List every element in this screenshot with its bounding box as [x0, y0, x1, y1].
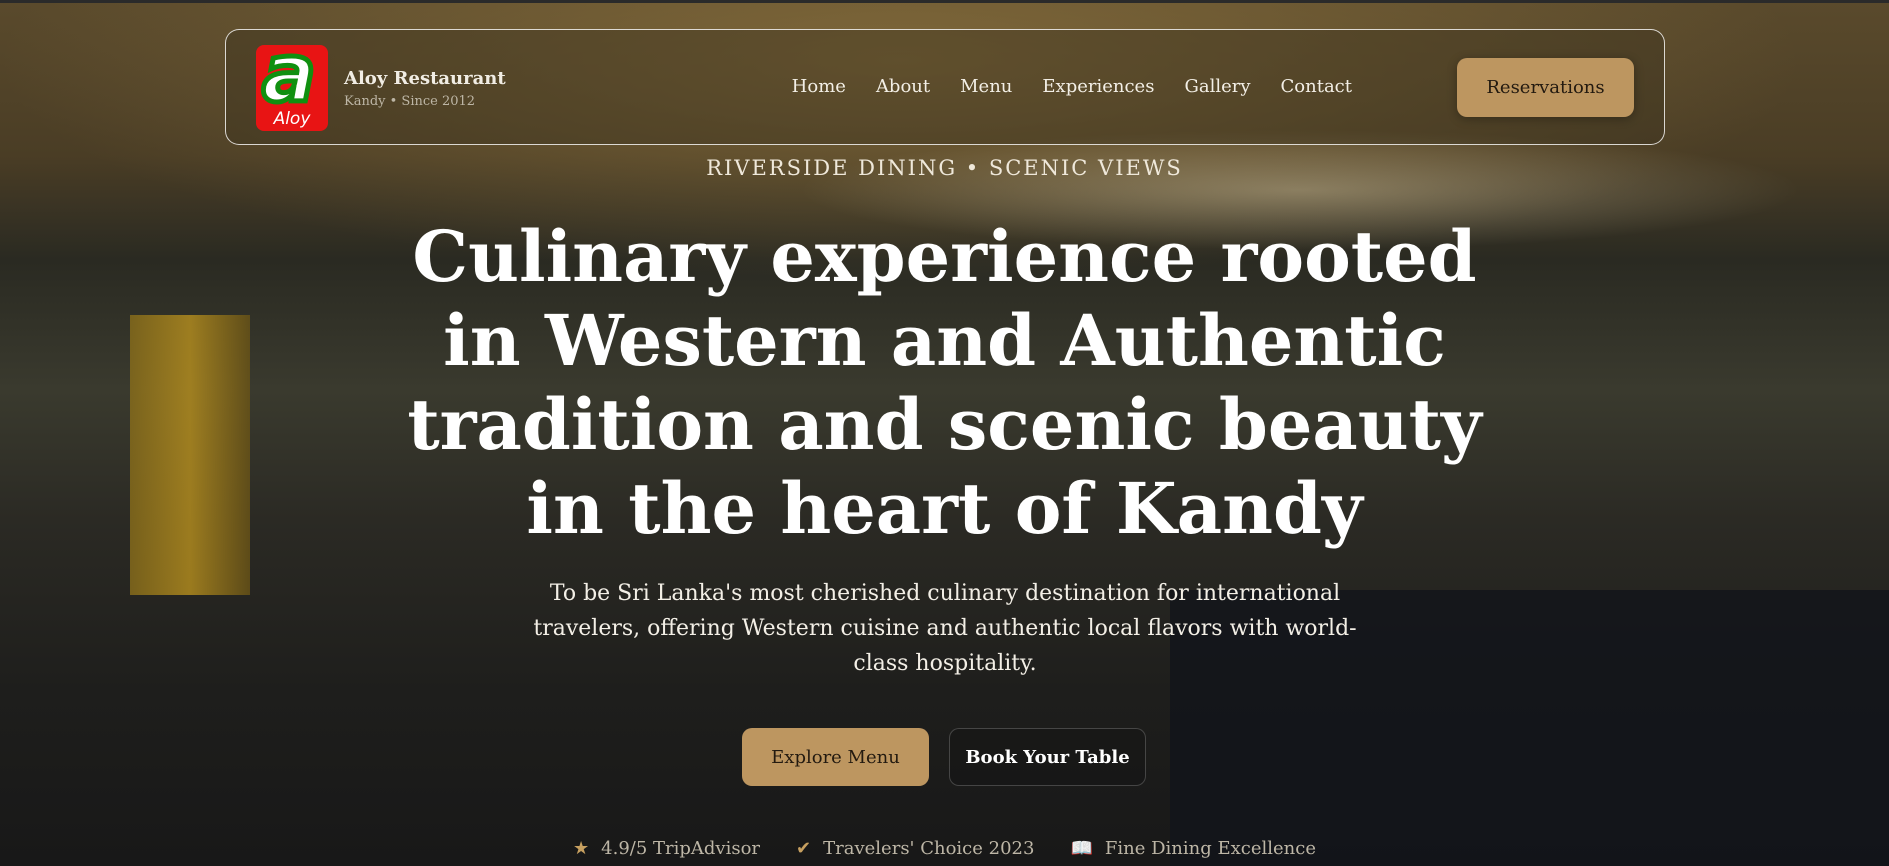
explore-menu-button[interactable]: Explore Menu	[742, 728, 929, 786]
brand-tagline: Kandy • Since 2012	[344, 94, 476, 109]
badge-travelers-choice: ✔ Travelers' Choice 2023	[796, 838, 1035, 859]
trust-badges: ★ 4.9/5 TripAdvisor ✔ Travelers' Choice 20…	[0, 838, 1889, 859]
nav-contact[interactable]: Contact	[1281, 76, 1352, 97]
hero-title: Culinary experience rooted in Western an…	[407, 215, 1482, 550]
nav-home[interactable]: Home	[792, 76, 846, 97]
star-icon: ★	[573, 838, 590, 859]
nav-about[interactable]: About	[876, 76, 930, 97]
verified-badge-icon: ✔	[796, 838, 812, 859]
top-bar	[0, 0, 1889, 3]
reservations-button[interactable]: Reservations	[1457, 58, 1634, 117]
navbar: a Aloy Aloy Restaurant Kandy • Since 2012…	[225, 29, 1665, 145]
nav-links: Home About Menu Experiences Gallery Cont…	[792, 76, 1352, 97]
nav-gallery[interactable]: Gallery	[1184, 76, 1250, 97]
badge-fine-dining: 📖 Fine Dining Excellence	[1070, 838, 1316, 859]
hero-description: To be Sri Lanka's most cherished culinar…	[533, 581, 1357, 676]
badge-tripadvisor: ★ 4.9/5 TripAdvisor	[573, 838, 761, 859]
brand-name[interactable]: Aloy Restaurant	[344, 68, 506, 89]
nav-experiences[interactable]: Experiences	[1042, 76, 1154, 97]
book-icon: 📖	[1070, 838, 1093, 859]
nav-menu[interactable]: Menu	[960, 76, 1012, 97]
logo[interactable]: a Aloy	[256, 45, 328, 131]
hero-kicker: RIVERSIDE DINING • SCENIC VIEWS	[706, 156, 1183, 180]
book-table-button[interactable]: Book Your Table	[949, 728, 1146, 786]
